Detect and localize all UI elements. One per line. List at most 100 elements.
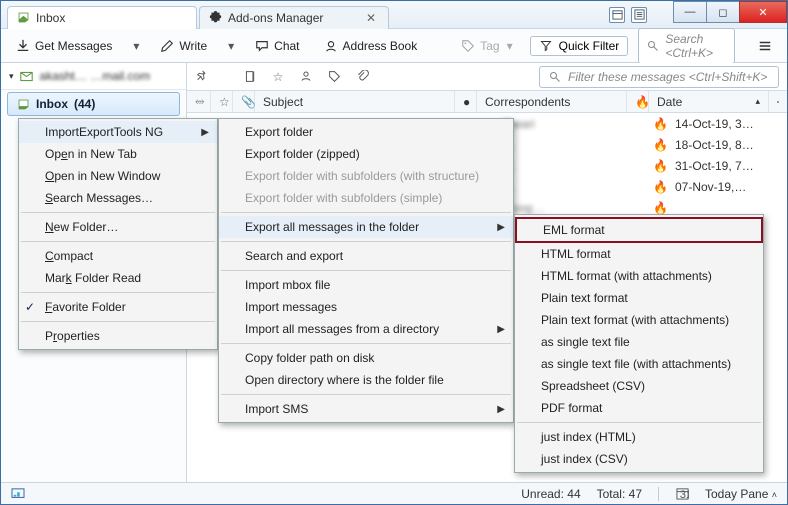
unread-filter-icon[interactable] xyxy=(243,70,257,84)
minimize-button[interactable]: — xyxy=(673,1,707,23)
junk-icon[interactable]: 🔥 xyxy=(645,201,667,215)
junk-icon[interactable]: 🔥 xyxy=(645,180,667,194)
menu-item[interactable]: EML format xyxy=(515,217,763,243)
inbox-icon xyxy=(16,11,30,25)
menu-item[interactable]: HTML format (with attachments) xyxy=(515,265,763,287)
tab-addons[interactable]: Add-ons Manager ✕ xyxy=(199,6,389,29)
pencil-icon xyxy=(160,39,174,53)
menu-item[interactable]: Open in New Window xyxy=(19,165,217,187)
col-date[interactable]: Date ▴ xyxy=(649,91,769,112)
menu-item[interactable]: New Folder… xyxy=(19,216,217,238)
col-thread[interactable]: ⥈ xyxy=(187,91,211,112)
column-headers: ⥈ ☆ 📎 Subject ● Correspondents 🔥 Date ▴ xyxy=(187,91,787,113)
menu-item[interactable]: Open directory where is the folder file xyxy=(219,369,513,391)
funnel-icon xyxy=(539,39,553,53)
from-cell: … xyxy=(495,159,645,173)
menu-item-label: just index (HTML) xyxy=(541,430,636,444)
tasks-tab-icon[interactable] xyxy=(631,7,647,23)
global-search-input[interactable]: Search <Ctrl+K> xyxy=(638,28,735,64)
menu-item-label: Export all messages in the folder xyxy=(245,220,419,234)
menu-item[interactable]: as single text file xyxy=(515,331,763,353)
menu-item[interactable]: Import messages xyxy=(219,296,513,318)
col-junk[interactable]: 🔥 xyxy=(627,91,649,112)
from-cell: Tiwari xyxy=(495,117,645,131)
message-filter-input[interactable]: Filter these messages <Ctrl+Shift+K> xyxy=(539,66,779,88)
menu-item-label: Mark Folder Read xyxy=(45,271,141,285)
menu-item[interactable]: Search Messages… xyxy=(19,187,217,209)
get-messages-dropdown[interactable]: ▾ xyxy=(129,39,143,53)
junk-icon[interactable]: 🔥 xyxy=(645,159,667,173)
account-row[interactable]: ▾ akasht… …mail.com xyxy=(1,63,186,90)
menu-item[interactable]: Spreadsheet (CSV) xyxy=(515,375,763,397)
chat-icon xyxy=(255,39,269,53)
chat-button[interactable]: Chat xyxy=(248,35,306,57)
menu-item-label: Compact xyxy=(45,249,93,263)
menu-item[interactable]: Import all messages from a directory▶ xyxy=(219,318,513,340)
button-label: Chat xyxy=(274,39,299,53)
menu-item-label: Export folder with subfolders (with stru… xyxy=(245,169,479,183)
get-messages-button[interactable]: Get Messages xyxy=(9,35,119,57)
tab-inbox[interactable]: Inbox xyxy=(7,6,197,29)
write-button[interactable]: Write xyxy=(153,35,214,57)
menu-item[interactable]: as single text file (with attachments) xyxy=(515,353,763,375)
calendar-icon: 31 xyxy=(675,487,689,501)
menu-item[interactable]: Properties xyxy=(19,325,217,347)
date-cell: 14-Oct-19, 3… xyxy=(667,117,787,131)
quick-filter-button[interactable]: Quick Filter xyxy=(530,36,629,56)
calendar-tab-icon[interactable] xyxy=(609,7,625,23)
menu-item[interactable]: Plain text format xyxy=(515,287,763,309)
maximize-button[interactable]: ◻ xyxy=(706,1,740,23)
menu-item[interactable]: PDF format xyxy=(515,397,763,419)
titlebar-icon-group xyxy=(609,7,647,23)
junk-icon[interactable]: 🔥 xyxy=(645,117,667,131)
menu-item[interactable]: just index (CSV) xyxy=(515,448,763,470)
menu-item[interactable]: Plain text format (with attachments) xyxy=(515,309,763,331)
col-subject[interactable]: Subject xyxy=(255,91,455,112)
attachment-filter-icon[interactable] xyxy=(355,70,369,84)
today-pane-button[interactable]: Today Pane ˄ xyxy=(705,487,777,501)
menu-item-label: Open directory where is the folder file xyxy=(245,373,444,387)
menu-item[interactable]: just index (HTML) xyxy=(515,426,763,448)
menu-item[interactable]: HTML format xyxy=(515,243,763,265)
col-correspondents[interactable]: Correspondents xyxy=(477,91,627,112)
chevron-up-icon: ˄ xyxy=(772,490,777,500)
menu-item[interactable]: Search and export xyxy=(219,245,513,267)
menu-item[interactable]: Open in New Tab xyxy=(19,143,217,165)
menu-item-label: EML format xyxy=(543,223,605,237)
close-icon[interactable]: ✕ xyxy=(366,11,376,25)
tab-strip: Inbox Add-ons Manager ✕ xyxy=(1,1,389,29)
col-attach[interactable]: 📎 xyxy=(233,91,255,112)
menu-item[interactable]: Compact xyxy=(19,245,217,267)
menu-item[interactable]: Export folder (zipped) xyxy=(219,143,513,165)
col-read[interactable]: ● xyxy=(455,91,477,112)
from-cell: Goog… xyxy=(495,201,645,215)
col-picker[interactable] xyxy=(769,91,787,112)
menu-item[interactable]: Mark Folder Read xyxy=(19,267,217,289)
activity-icon[interactable] xyxy=(11,487,25,501)
menu-item[interactable]: Export folder xyxy=(219,121,513,143)
menu-item[interactable]: Export all messages in the folder▶ xyxy=(219,216,513,238)
tags-filter-icon[interactable] xyxy=(327,70,341,84)
write-dropdown[interactable]: ▾ xyxy=(224,39,238,53)
hamburger-icon xyxy=(758,39,772,53)
menu-item[interactable]: Copy folder path on disk xyxy=(219,347,513,369)
col-star[interactable]: ☆ xyxy=(211,91,233,112)
contact-filter-icon[interactable] xyxy=(299,70,313,84)
menu-item[interactable]: Import SMS▶ xyxy=(219,398,513,420)
menu-item[interactable]: ✓Favorite Folder xyxy=(19,296,217,318)
button-label: Get Messages xyxy=(35,39,112,53)
folder-inbox[interactable]: Inbox (44) xyxy=(7,92,180,116)
junk-icon[interactable]: 🔥 xyxy=(645,138,667,152)
button-label: Write xyxy=(179,39,207,53)
app-menu-button[interactable] xyxy=(751,35,779,57)
menu-item[interactable]: Import mbox file xyxy=(219,274,513,296)
menu-item-label: Search Messages… xyxy=(45,191,153,205)
pin-icon[interactable] xyxy=(195,70,209,84)
chevron-right-icon: ▶ xyxy=(497,404,505,415)
starred-filter-icon[interactable]: ☆ xyxy=(271,70,285,84)
tag-button[interactable]: Tag ▾ xyxy=(454,35,519,57)
address-book-button[interactable]: Address Book xyxy=(317,35,425,57)
close-button[interactable]: ✕ xyxy=(739,1,787,23)
menu-item[interactable]: ImportExportTools NG▶ xyxy=(19,121,217,143)
mail-icon xyxy=(20,69,34,83)
